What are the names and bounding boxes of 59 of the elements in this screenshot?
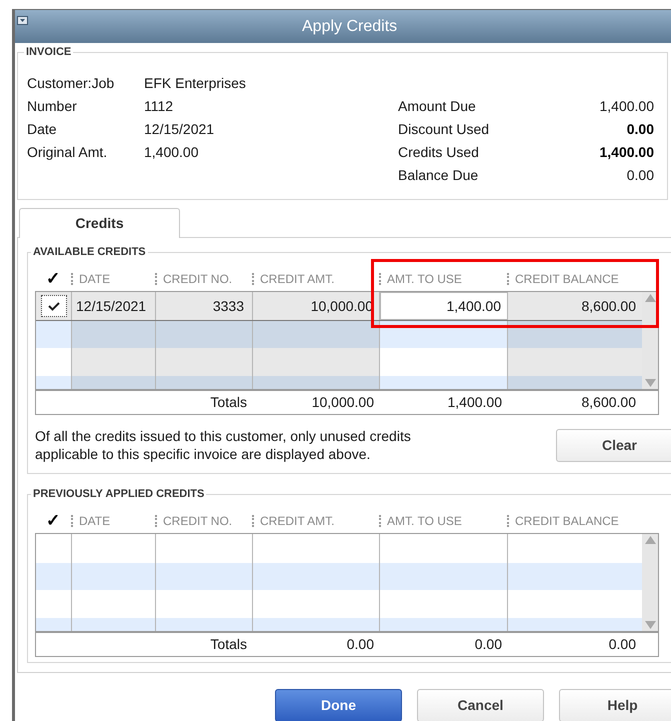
summary-label: Amount Due xyxy=(398,97,476,116)
field-label: Date xyxy=(27,120,58,139)
column-header: AMT. TO USE xyxy=(387,513,462,530)
total-value: 1,400.00 xyxy=(448,393,502,412)
totals-label: Totals xyxy=(210,635,247,654)
summary-value: 1,400.00 xyxy=(600,143,654,162)
column-header: DATE xyxy=(79,513,110,530)
field-value: 1112 xyxy=(144,97,174,116)
field-label: Customer:Job xyxy=(27,74,116,93)
scrollbar[interactable] xyxy=(642,534,658,631)
clear-button[interactable]: Clear xyxy=(556,428,671,462)
checkmark-icon xyxy=(48,301,60,311)
total-value: 0.00 xyxy=(346,635,374,654)
column-header: ✓ xyxy=(46,268,60,290)
summary-value: 0.00 xyxy=(626,166,654,185)
scrollbar[interactable] xyxy=(642,292,658,389)
total-value: 0.00 xyxy=(474,635,502,654)
window-title: Apply Credits xyxy=(302,16,398,36)
summary-value: 1,400.00 xyxy=(600,97,654,116)
column-header: CREDIT NO. xyxy=(163,513,232,530)
scroll-up-icon[interactable] xyxy=(644,536,656,544)
column-header: CREDIT AMT. xyxy=(260,513,334,530)
table-cell: 3333 xyxy=(156,292,253,320)
column-header: CREDIT AMT. xyxy=(260,271,334,288)
total-value: 10,000.00 xyxy=(312,393,374,412)
column-header: AMT. TO USE xyxy=(387,271,462,288)
total-value: 8,600.00 xyxy=(582,393,636,412)
field-value: 1,400.00 xyxy=(144,143,198,162)
table-cell: 8,600.00 xyxy=(508,292,642,320)
field-label: Number xyxy=(27,97,78,116)
scroll-up-icon[interactable] xyxy=(644,294,656,302)
system-menu-icon[interactable] xyxy=(17,16,28,25)
column-header: CREDIT NO. xyxy=(163,271,232,288)
totals-label: Totals xyxy=(210,393,247,412)
summary-value: 0.00 xyxy=(626,120,654,139)
summary-label: Credits Used xyxy=(398,143,479,162)
column-header: DATE xyxy=(79,271,110,288)
total-value: 0.00 xyxy=(608,635,636,654)
scroll-down-icon[interactable] xyxy=(644,379,656,387)
dialog-button[interactable]: Help xyxy=(559,689,671,721)
column-header: ✓ xyxy=(46,510,60,532)
field-value: EFK Enterprises xyxy=(144,74,246,93)
column-header: CREDIT BALANCE xyxy=(515,271,619,288)
info-note: Of all the credits issued to this customer, only unused credits applicable to this specific invoice are displayed above. xyxy=(35,427,412,463)
table-cell xyxy=(36,563,72,590)
scroll-down-icon[interactable] xyxy=(644,621,656,629)
summary-label: Balance Due xyxy=(398,166,478,185)
table-cell: 12/15/2021 xyxy=(72,292,156,320)
field-label: Original Amt. xyxy=(27,143,108,162)
amount-input[interactable]: 1,400.00 xyxy=(380,292,508,320)
table-cell xyxy=(36,376,72,389)
column-header: CREDIT BALANCE xyxy=(515,513,619,530)
table-cell xyxy=(36,618,72,631)
checkbox[interactable] xyxy=(40,295,66,317)
dialog-button[interactable]: Cancel xyxy=(417,689,544,721)
dialog-button[interactable]: Done xyxy=(275,689,402,721)
tab[interactable]: Credits xyxy=(19,208,180,238)
summary-label: Discount Used xyxy=(398,120,490,139)
field-value: 12/15/2021 xyxy=(144,120,214,139)
